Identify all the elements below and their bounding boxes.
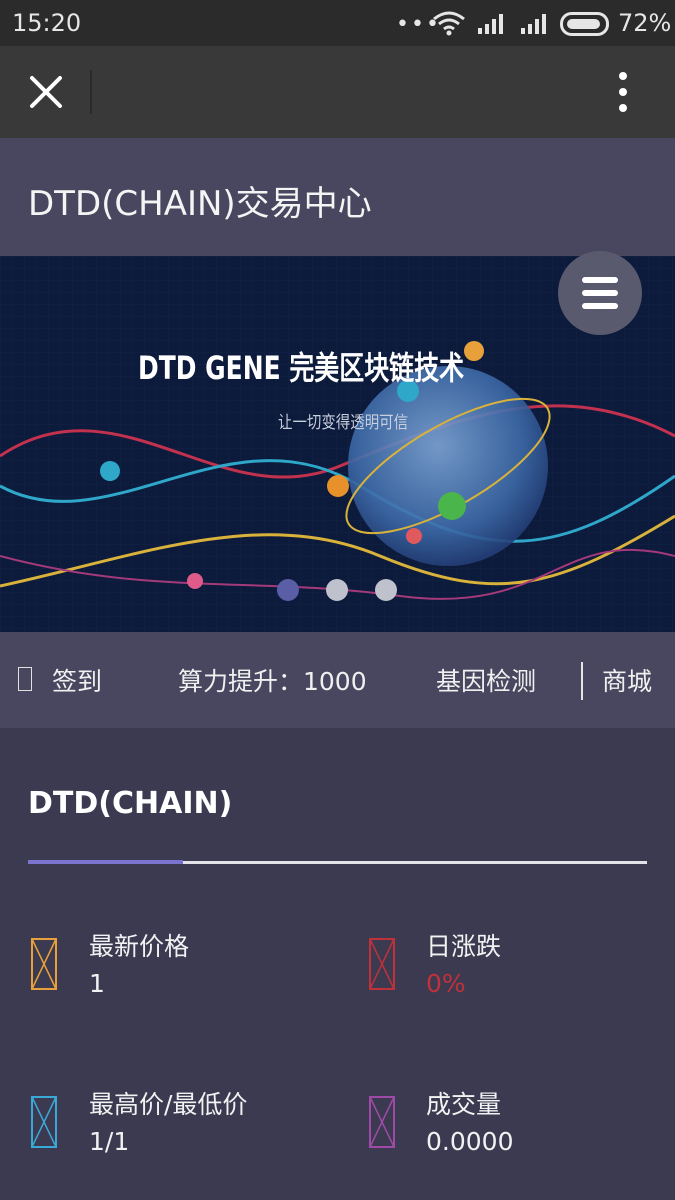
- daily-change-value: 0%: [426, 969, 466, 998]
- checkin-icon: [18, 667, 32, 691]
- signal-icon-2: [521, 14, 546, 34]
- latest-price-icon: [31, 938, 57, 990]
- tab-active-indicator[interactable]: [28, 860, 183, 864]
- quick-nav-bar: 签到 算力提升：1000 基因检测 商城: [0, 632, 675, 728]
- top-toolbar: [0, 46, 675, 138]
- volume-icon: [369, 1096, 395, 1148]
- page-title: DTD(CHAIN)交易中心: [28, 184, 372, 224]
- close-icon[interactable]: [28, 74, 64, 110]
- daily-change-label: 日涨跌: [426, 932, 502, 961]
- banner-headline: DTD GENE 完美区块链技术: [138, 349, 465, 387]
- status-time: 15:20: [12, 9, 82, 37]
- banner-subline: 让一切变得透明可信: [278, 413, 409, 433]
- menu-bar-icon: [582, 290, 618, 296]
- battery-percent: 72%: [618, 9, 672, 37]
- latest-price-value: 1: [89, 969, 105, 998]
- signal-icon: [478, 14, 503, 34]
- wifi-icon: [433, 11, 465, 36]
- volume-value: 0.0000: [426, 1127, 514, 1156]
- battery-icon: [560, 12, 609, 36]
- checkin-link[interactable]: 签到: [52, 662, 102, 698]
- volume-label: 成交量: [426, 1090, 502, 1119]
- menu-bar-icon: [582, 303, 618, 309]
- page-header: DTD(CHAIN)交易中心: [0, 138, 675, 256]
- high-low-icon: [31, 1096, 57, 1148]
- gene-test-link[interactable]: 基因检测: [436, 662, 536, 698]
- hamburger-menu-button[interactable]: [558, 251, 642, 335]
- mall-link[interactable]: 商城: [602, 662, 652, 698]
- more-vertical-icon[interactable]: [608, 70, 638, 114]
- toolbar-divider: [90, 70, 92, 114]
- carousel-dot-3[interactable]: [375, 579, 397, 601]
- hashrate-boost-link[interactable]: 算力提升：1000: [178, 662, 367, 698]
- high-low-value: 1/1: [89, 1127, 130, 1156]
- carousel-dot-1[interactable]: [277, 579, 299, 601]
- nav-separator: [581, 662, 583, 700]
- high-low-label: 最高价/最低价: [89, 1090, 248, 1119]
- menu-bar-icon: [582, 277, 618, 283]
- daily-change-icon: [369, 938, 395, 990]
- latest-price-label: 最新价格: [89, 932, 190, 961]
- carousel-dot-2[interactable]: [326, 579, 348, 601]
- market-title: DTD(CHAIN): [28, 786, 233, 821]
- status-bar: 15:20 ••• 72%: [0, 0, 675, 46]
